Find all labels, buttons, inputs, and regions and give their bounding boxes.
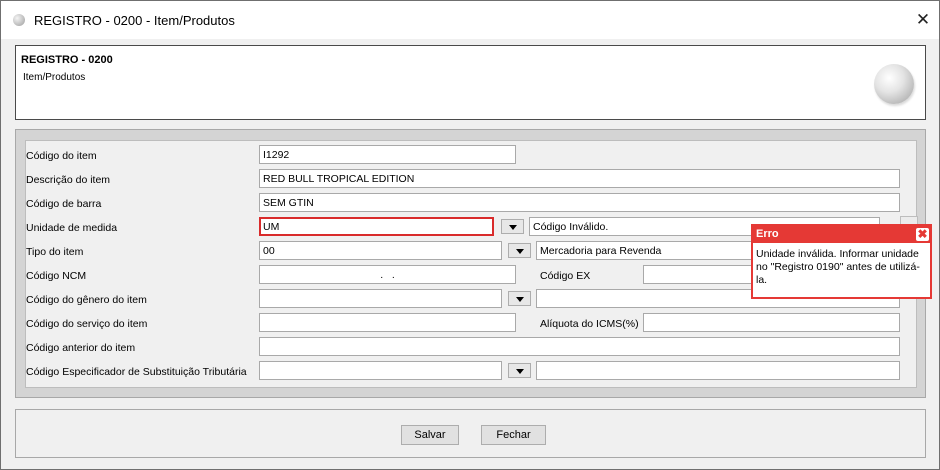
- error-header: Erro ✖: [753, 226, 930, 243]
- descricao-item-label: Descrição do item: [26, 174, 111, 186]
- codigo-anterior-label: Código anterior do item: [26, 342, 136, 354]
- codigo-genero-input[interactable]: [259, 289, 502, 308]
- codigo-cest-input[interactable]: [259, 361, 502, 380]
- codigo-anterior-input[interactable]: [259, 337, 900, 356]
- codigo-item-label: Código do item: [26, 150, 97, 162]
- codigo-ncm-input[interactable]: [259, 265, 516, 284]
- chevron-down-icon: [509, 225, 517, 230]
- button-bar: Salvar Fechar: [15, 409, 926, 458]
- codigo-barra-label: Código de barra: [26, 198, 102, 210]
- error-close-icon[interactable]: ✖: [916, 228, 929, 241]
- codigo-ncm-label: Código NCM: [26, 270, 87, 282]
- chevron-down-icon: [516, 297, 524, 302]
- codigo-genero-label: Código do gênero do item: [26, 294, 147, 306]
- descricao-item-input[interactable]: [259, 169, 900, 188]
- chevron-down-icon: [516, 249, 524, 254]
- header-subtitle: Item/Produtos: [23, 72, 86, 83]
- codigo-servico-input[interactable]: [259, 313, 516, 332]
- codigo-cest-dropdown-button[interactable]: [508, 363, 531, 378]
- app-icon: [13, 14, 25, 26]
- codigo-genero-dropdown-button[interactable]: [508, 291, 531, 306]
- aliquota-icms-label: Alíquota do ICMS(%): [540, 318, 639, 330]
- codigo-ex-label: Código EX: [540, 270, 591, 282]
- error-message: Unidade inválida. Informar unidade no "R…: [756, 248, 920, 286]
- globe-logo-icon: [874, 64, 914, 104]
- codigo-servico-label: Código do serviço do item: [26, 318, 148, 330]
- tipo-item-label: Tipo do item: [26, 246, 84, 258]
- codigo-item-input[interactable]: [259, 145, 516, 164]
- close-button[interactable]: Fechar: [481, 425, 546, 445]
- window-close-icon[interactable]: ✕: [913, 10, 933, 30]
- codigo-cest-label: Código Especificador de Substituição Tri…: [26, 366, 247, 378]
- header-panel: REGISTRO - 0200 Item/Produtos: [15, 45, 926, 120]
- tipo-item-dropdown-button[interactable]: [508, 243, 531, 258]
- chevron-down-icon: [516, 369, 524, 374]
- unidade-medida-label: Unidade de medida: [26, 222, 118, 234]
- error-tooltip: Erro ✖ Unidade inválida. Informar unidad…: [751, 224, 932, 299]
- unidade-medida-input[interactable]: [259, 217, 494, 236]
- unidade-medida-dropdown-button[interactable]: [501, 219, 524, 234]
- codigo-cest-description: [536, 361, 900, 380]
- dialog-window: REGISTRO - 0200 - Item/Produtos ✕ REGIST…: [0, 0, 940, 470]
- codigo-barra-input[interactable]: [259, 193, 900, 212]
- window-title: REGISTRO - 0200 - Item/Produtos: [34, 13, 235, 28]
- header-title: REGISTRO - 0200: [21, 54, 113, 66]
- tipo-item-input[interactable]: [259, 241, 502, 260]
- save-button[interactable]: Salvar: [401, 425, 459, 445]
- error-title: Erro: [756, 228, 779, 240]
- aliquota-icms-input[interactable]: [643, 313, 900, 332]
- title-bar: REGISTRO - 0200 - Item/Produtos ✕: [1, 1, 939, 39]
